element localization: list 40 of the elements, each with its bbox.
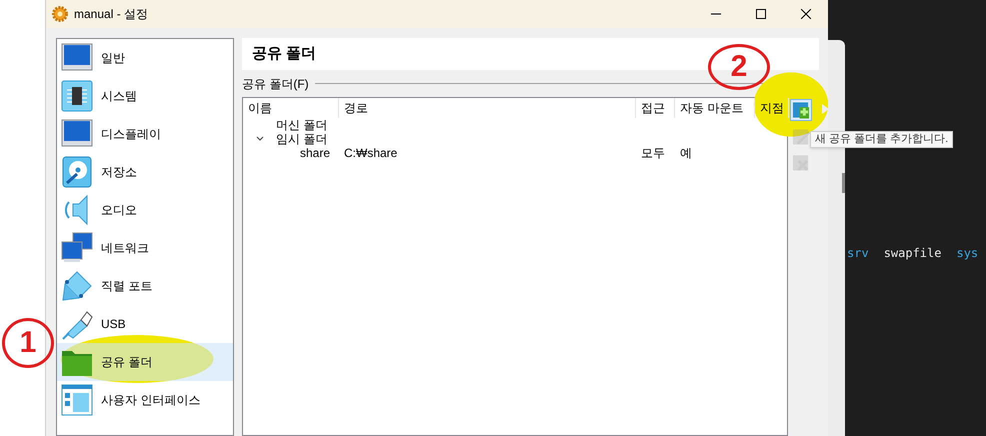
serial-port-icon: [61, 270, 93, 302]
annotation-mark: 1: [2, 318, 54, 368]
sidebar-item[interactable]: 직렬 포트: [57, 267, 233, 305]
sidebar-item[interactable]: 일반: [57, 39, 233, 77]
tree-group-label: 임시 폴더: [276, 132, 328, 146]
add-folder-button[interactable]: [790, 99, 812, 121]
sidebar-item[interactable]: 사용자 인터페이스: [57, 381, 233, 419]
close-icon: [800, 9, 810, 19]
terminal-filename: srv: [847, 245, 869, 262]
folder-plus-icon: [792, 100, 810, 120]
column-header[interactable]: 자동 마운트: [675, 98, 755, 118]
window-title: manual - 설정: [74, 6, 148, 23]
table-cell: C:₩share: [344, 146, 398, 160]
column-header[interactable]: 지점: [755, 98, 789, 118]
terminal-filename: sys: [956, 245, 978, 262]
sidebar-item[interactable]: 오디오: [57, 191, 233, 229]
column-header[interactable]: 접근: [636, 98, 675, 118]
sidebar-item[interactable]: 저장소: [57, 153, 233, 191]
sidebar-item[interactable]: 네트워크: [57, 229, 233, 267]
maximize-icon: [756, 9, 766, 19]
scrollbar-thumb[interactable]: [842, 173, 845, 193]
chevron-icon[interactable]: [256, 136, 264, 142]
sidebar-item[interactable]: USB: [57, 305, 233, 343]
terminal-filename: swapfile: [884, 245, 942, 262]
table-cell: 예: [680, 146, 692, 160]
column-header[interactable]: 이름: [243, 98, 339, 118]
group-label: 공유 폴더(F): [242, 76, 309, 92]
annotation-mark: 2: [708, 44, 770, 90]
sidebar-item[interactable]: 공유 폴더: [57, 343, 233, 381]
network-icon: [61, 232, 93, 264]
gear-icon: [52, 6, 68, 22]
table-cell-text: share: [300, 146, 331, 160]
table-cell: 모두: [641, 146, 665, 160]
sidebar-item[interactable]: 시스템: [57, 77, 233, 115]
chip-icon: [61, 80, 93, 112]
column-header[interactable]: 경로: [339, 98, 636, 118]
tooltip: 새 공유 폴더를 추가합니다.: [810, 131, 954, 148]
sidebar-item[interactable]: 디스플레이: [57, 115, 233, 153]
tree-group-label: 머신 폴더: [276, 118, 328, 132]
window-layout-icon: [61, 384, 93, 416]
